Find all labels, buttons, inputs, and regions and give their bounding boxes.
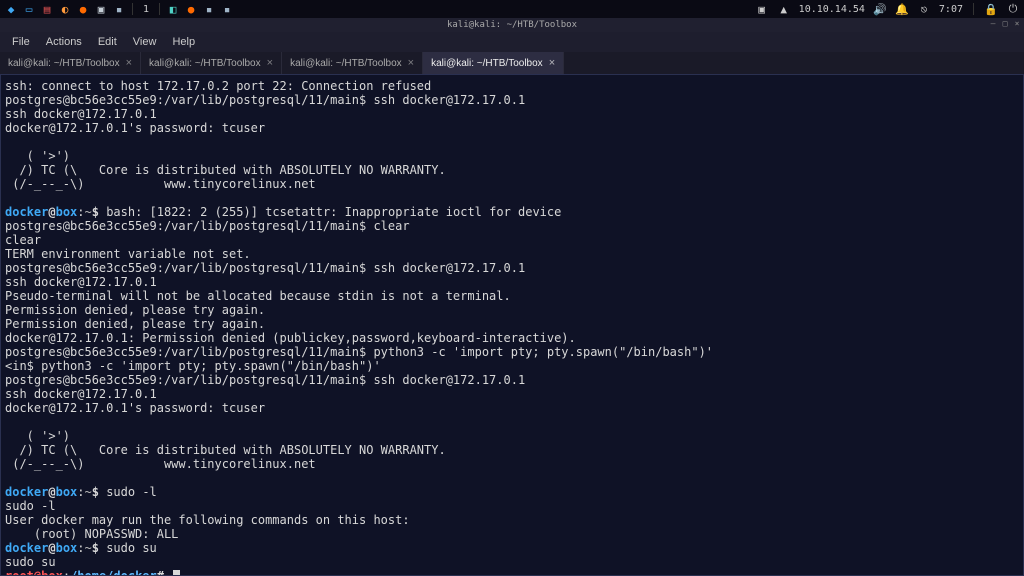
window-title: kali@kali: ~/HTB/Toolbox (447, 20, 577, 30)
window-titlebar[interactable]: kali@kali: ~/HTB/Toolbox – □ × (0, 18, 1024, 32)
term-line: docker@172.17.0.1: Permission denied (pu… (5, 331, 576, 345)
close-icon[interactable]: × (549, 57, 555, 69)
terminal-icon[interactable]: ▪ (112, 2, 126, 16)
cursor (173, 570, 180, 576)
term-line: ( '>') (5, 149, 70, 163)
term-line: ( '>') (5, 429, 70, 443)
term-line: clear (5, 233, 41, 247)
term-line: ssh: connect to host 172.17.0.2 port 22:… (5, 79, 431, 93)
term-line: Permission denied, please try again. (5, 303, 265, 317)
bell-icon[interactable]: 🔔 (895, 2, 909, 16)
term-line: ssh docker@172.17.0.1 (5, 107, 157, 121)
code-icon[interactable]: ▣ (94, 2, 108, 16)
volume-icon[interactable]: 🔊 (873, 2, 887, 16)
term-line: postgres@bc56e3cc55e9:/var/lib/postgresq… (5, 93, 525, 107)
tab-label: kali@kali: ~/HTB/Toolbox (431, 58, 543, 69)
tray-term2-icon[interactable]: ▪ (220, 2, 234, 16)
term-line: postgres@bc56e3cc55e9:/var/lib/postgresq… (5, 345, 713, 359)
terminal-tab[interactable]: kali@kali: ~/HTB/Toolbox × (141, 52, 282, 74)
term-line: <in$ python3 -c 'import pty; pty.spawn("… (5, 359, 381, 373)
tray-term-icon[interactable]: ▪ (202, 2, 216, 16)
browser-icon[interactable]: ◐ (58, 2, 72, 16)
tray-app-icon[interactable]: ◧ (166, 2, 180, 16)
term-line: sudo su (5, 555, 56, 569)
ip-address: 10.10.14.54 (799, 4, 865, 15)
tab-label: kali@kali: ~/HTB/Toolbox (290, 58, 402, 69)
term-line: ssh docker@172.17.0.1 (5, 387, 157, 401)
close-icon[interactable]: × (267, 57, 273, 69)
terminal-tab[interactable]: kali@kali: ~/HTB/Toolbox × (423, 52, 564, 74)
menu-bar: File Actions Edit View Help (0, 32, 1024, 52)
term-line: TERM environment variable not set. (5, 247, 251, 261)
term-line: User docker may run the following comman… (5, 513, 410, 527)
term-line: docker@172.17.0.1's password: tcuser (5, 121, 265, 135)
menu-view[interactable]: View (127, 34, 163, 50)
close-icon[interactable]: × (408, 57, 414, 69)
menu-actions[interactable]: Actions (40, 34, 88, 50)
window-controls: – □ × (988, 19, 1022, 29)
term-prompt: docker@box:~$ bash: [1822: 2 (255)] tcse… (5, 205, 561, 219)
close-button[interactable]: × (1012, 19, 1022, 29)
term-prompt-root: root@box:/home/docker# (5, 569, 180, 576)
close-icon[interactable]: × (126, 57, 132, 69)
terminal-tab[interactable]: kali@kali: ~/HTB/Toolbox × (282, 52, 423, 74)
term-line: Pseudo-terminal will not be allocated be… (5, 289, 511, 303)
network-icon[interactable]: ⎋ (917, 2, 931, 16)
term-line: postgres@bc56e3cc55e9:/var/lib/postgresq… (5, 373, 525, 387)
panel-right: ▣ ▲ 10.10.14.54 🔊 🔔 ⎋ 7:07 🔒 ⏻ (755, 2, 1020, 16)
workspace-indicator[interactable]: 1 (139, 4, 153, 15)
terminal-output[interactable]: ssh: connect to host 172.17.0.2 port 22:… (0, 74, 1024, 576)
term-line: (root) NOPASSWD: ALL (5, 527, 178, 541)
menu-help[interactable]: Help (166, 34, 201, 50)
vpn-icon[interactable]: ▲ (777, 2, 791, 16)
menu-edit[interactable]: Edit (92, 34, 123, 50)
term-line: postgres@bc56e3cc55e9:/var/lib/postgresq… (5, 261, 525, 275)
term-line: sudo -l (5, 499, 56, 513)
tab-label: kali@kali: ~/HTB/Toolbox (149, 58, 261, 69)
app-icon[interactable]: ▤ (40, 2, 54, 16)
term-line: ssh docker@172.17.0.1 (5, 275, 157, 289)
panel-left: ◆ ▭ ▤ ◐ ● ▣ ▪ 1 ◧ ● ▪ ▪ (4, 2, 755, 16)
term-line: docker@172.17.0.1's password: tcuser (5, 401, 265, 415)
minimize-button[interactable]: – (988, 19, 998, 29)
term-prompt: docker@box:~$ sudo su (5, 541, 157, 555)
term-line: Permission denied, please try again. (5, 317, 265, 331)
files-icon[interactable]: ▭ (22, 2, 36, 16)
terminal-tab[interactable]: kali@kali: ~/HTB/Toolbox × (0, 52, 141, 74)
sep-icon (159, 3, 160, 15)
sep-icon (973, 3, 974, 15)
lock-icon[interactable]: 🔒 (984, 2, 998, 16)
system-panel: ◆ ▭ ▤ ◐ ● ▣ ▪ 1 ◧ ● ▪ ▪ ▣ ▲ 10.10.14.54 … (0, 0, 1024, 18)
maximize-button[interactable]: □ (1000, 19, 1010, 29)
firefox-icon[interactable]: ● (76, 2, 90, 16)
menu-file[interactable]: File (6, 34, 36, 50)
tray-ff-icon[interactable]: ● (184, 2, 198, 16)
term-line: /) TC (\ Core is distributed with ABSOLU… (5, 163, 446, 177)
power-icon[interactable]: ⏻ (1006, 2, 1020, 16)
term-line: postgres@bc56e3cc55e9:/var/lib/postgresq… (5, 219, 410, 233)
tab-label: kali@kali: ~/HTB/Toolbox (8, 58, 120, 69)
terminal-tab-bar: kali@kali: ~/HTB/Toolbox × kali@kali: ~/… (0, 52, 1024, 74)
term-line: (/-_--_-\) www.tinycorelinux.net (5, 457, 316, 471)
clock[interactable]: 7:07 (939, 4, 963, 15)
kali-menu-icon[interactable]: ◆ (4, 2, 18, 16)
term-line: /) TC (\ Core is distributed with ABSOLU… (5, 443, 446, 457)
camera-icon[interactable]: ▣ (755, 2, 769, 16)
term-prompt: docker@box:~$ sudo -l (5, 485, 157, 499)
sep-icon (132, 3, 133, 15)
term-line: (/-_--_-\) www.tinycorelinux.net (5, 177, 316, 191)
